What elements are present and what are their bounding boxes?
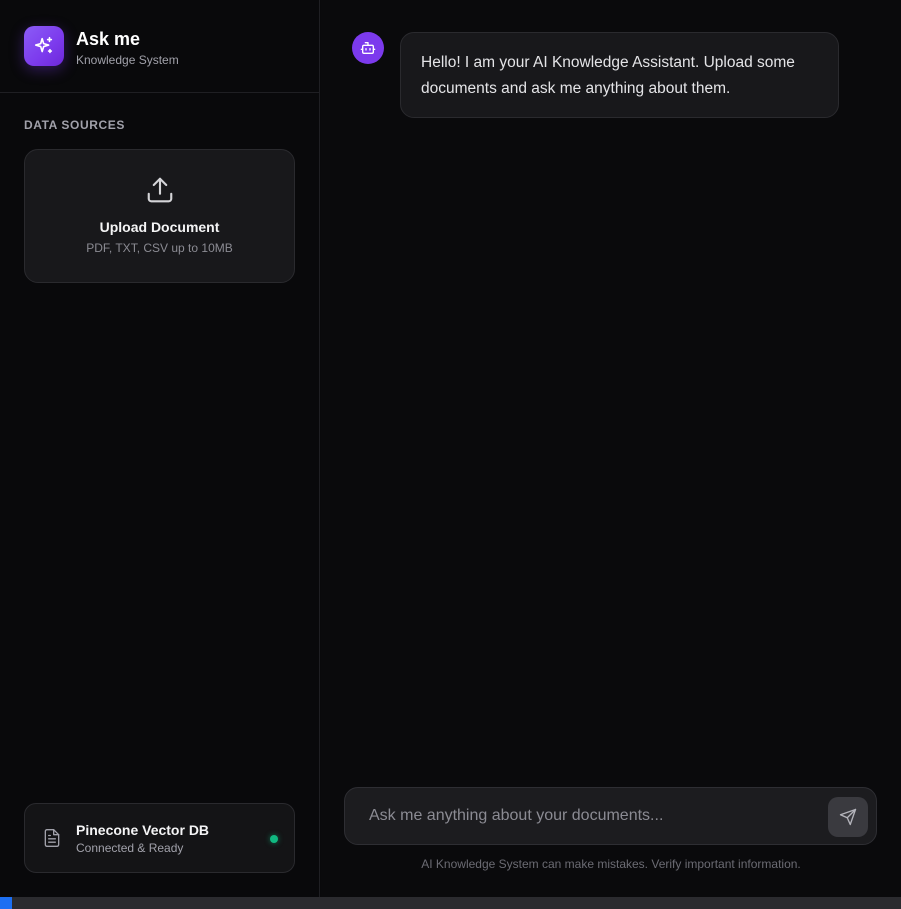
app-subtitle: Knowledge System xyxy=(76,52,179,67)
bot-icon xyxy=(360,42,376,54)
send-icon xyxy=(839,808,857,826)
document-icon xyxy=(44,829,60,847)
sidebar: Ask me Knowledge System DATA SOURCES Upl… xyxy=(0,0,320,897)
app-window: Ask me Knowledge System DATA SOURCES Upl… xyxy=(0,0,901,909)
sparkles-icon xyxy=(34,36,53,54)
upload-title: Upload Document xyxy=(99,219,220,235)
chat-input[interactable] xyxy=(345,788,815,844)
vector-db-status: Connected & Ready xyxy=(76,840,184,855)
assistant-message: Hello! I am your AI Knowledge Assistant.… xyxy=(400,32,839,118)
upload-document-button[interactable]: Upload Document PDF, TXT, CSV up to 10MB xyxy=(24,149,295,283)
status-indicator-dot xyxy=(270,835,278,843)
data-sources-label: DATA SOURCES xyxy=(24,118,125,132)
bottom-status-bar xyxy=(0,897,901,909)
upload-hint: PDF, TXT, CSV up to 10MB xyxy=(86,241,233,255)
chat-composer xyxy=(344,787,877,845)
vector-db-status-card: Pinecone Vector DB Connected & Ready xyxy=(24,803,295,873)
bottom-accent-indicator xyxy=(0,897,12,909)
logo xyxy=(24,26,64,66)
vector-db-name: Pinecone Vector DB xyxy=(76,821,210,838)
brand-header: Ask me Knowledge System xyxy=(0,0,319,93)
send-button[interactable] xyxy=(828,797,868,837)
app-title: Ask me xyxy=(76,28,141,49)
upload-icon xyxy=(147,177,172,203)
chat-panel: Hello! I am your AI Knowledge Assistant.… xyxy=(321,0,901,897)
disclaimer-text: AI Knowledge System can make mistakes. V… xyxy=(421,857,801,871)
assistant-avatar xyxy=(352,32,384,64)
